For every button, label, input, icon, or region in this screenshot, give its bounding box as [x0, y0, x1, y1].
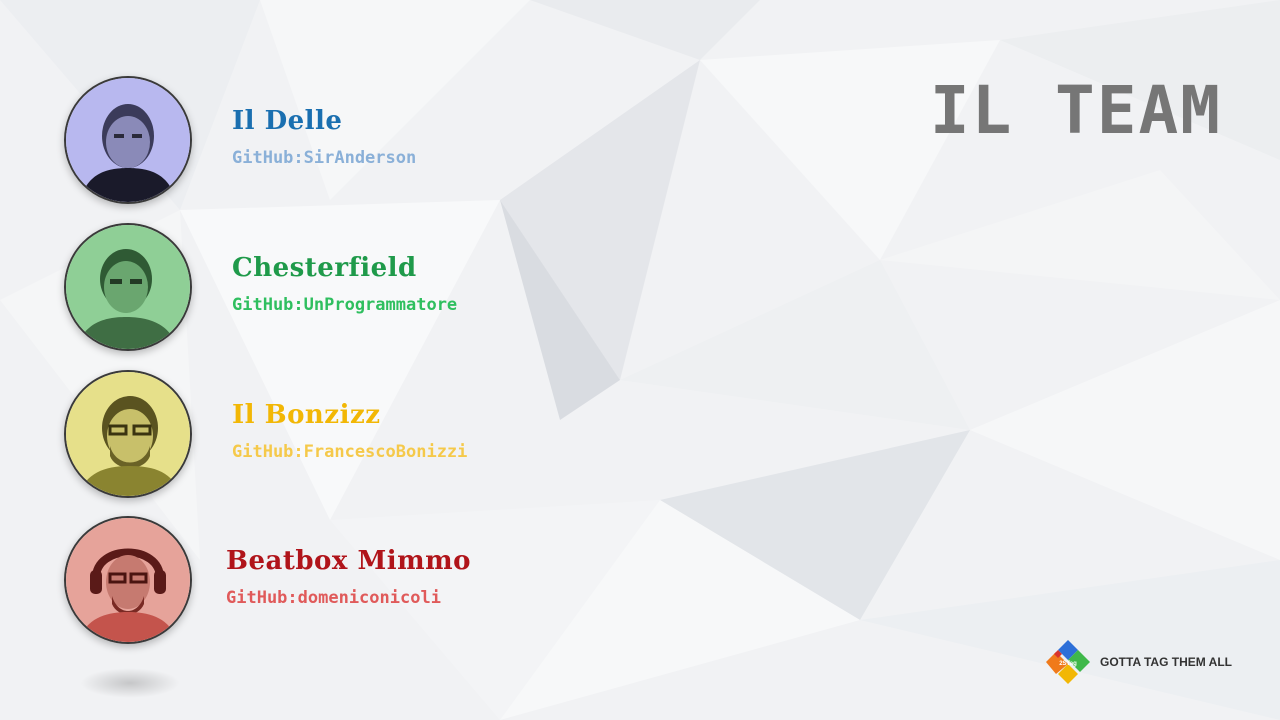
member-github[interactable]: GitHub:UnProgrammatore — [232, 295, 457, 315]
avatar — [64, 516, 192, 644]
avatar — [64, 76, 192, 204]
logo-text: 2STag — [1059, 661, 1077, 667]
team-member-card: Il Bonzizz GitHub:FrancescoBonizzi — [64, 370, 764, 498]
member-github[interactable]: GitHub:FrancescoBonizzi — [232, 442, 467, 462]
member-name: Beatbox Mimmo — [226, 546, 471, 576]
page-title: IL TEAM — [929, 72, 1222, 149]
member-github[interactable]: GitHub:SirAnderson — [232, 148, 416, 168]
team-member-card: Il Delle GitHub:SirAnderson — [64, 76, 764, 204]
avatar — [64, 223, 192, 351]
team-member-card: Chesterfield GitHub:UnProgrammatore — [64, 223, 764, 351]
logo-icon: 2STag — [1046, 640, 1090, 684]
team-member-card: Beatbox Mimmo GitHub:domeniconicoli — [64, 516, 764, 644]
floor-shadow — [80, 668, 180, 698]
member-github[interactable]: GitHub:domeniconicoli — [226, 588, 441, 608]
motto-text: GOTTA TAG THEM ALL — [1100, 655, 1232, 669]
member-name: Il Bonzizz — [232, 400, 381, 430]
member-name: Chesterfield — [232, 253, 417, 283]
member-name: Il Delle — [232, 106, 343, 136]
avatar — [64, 370, 192, 498]
